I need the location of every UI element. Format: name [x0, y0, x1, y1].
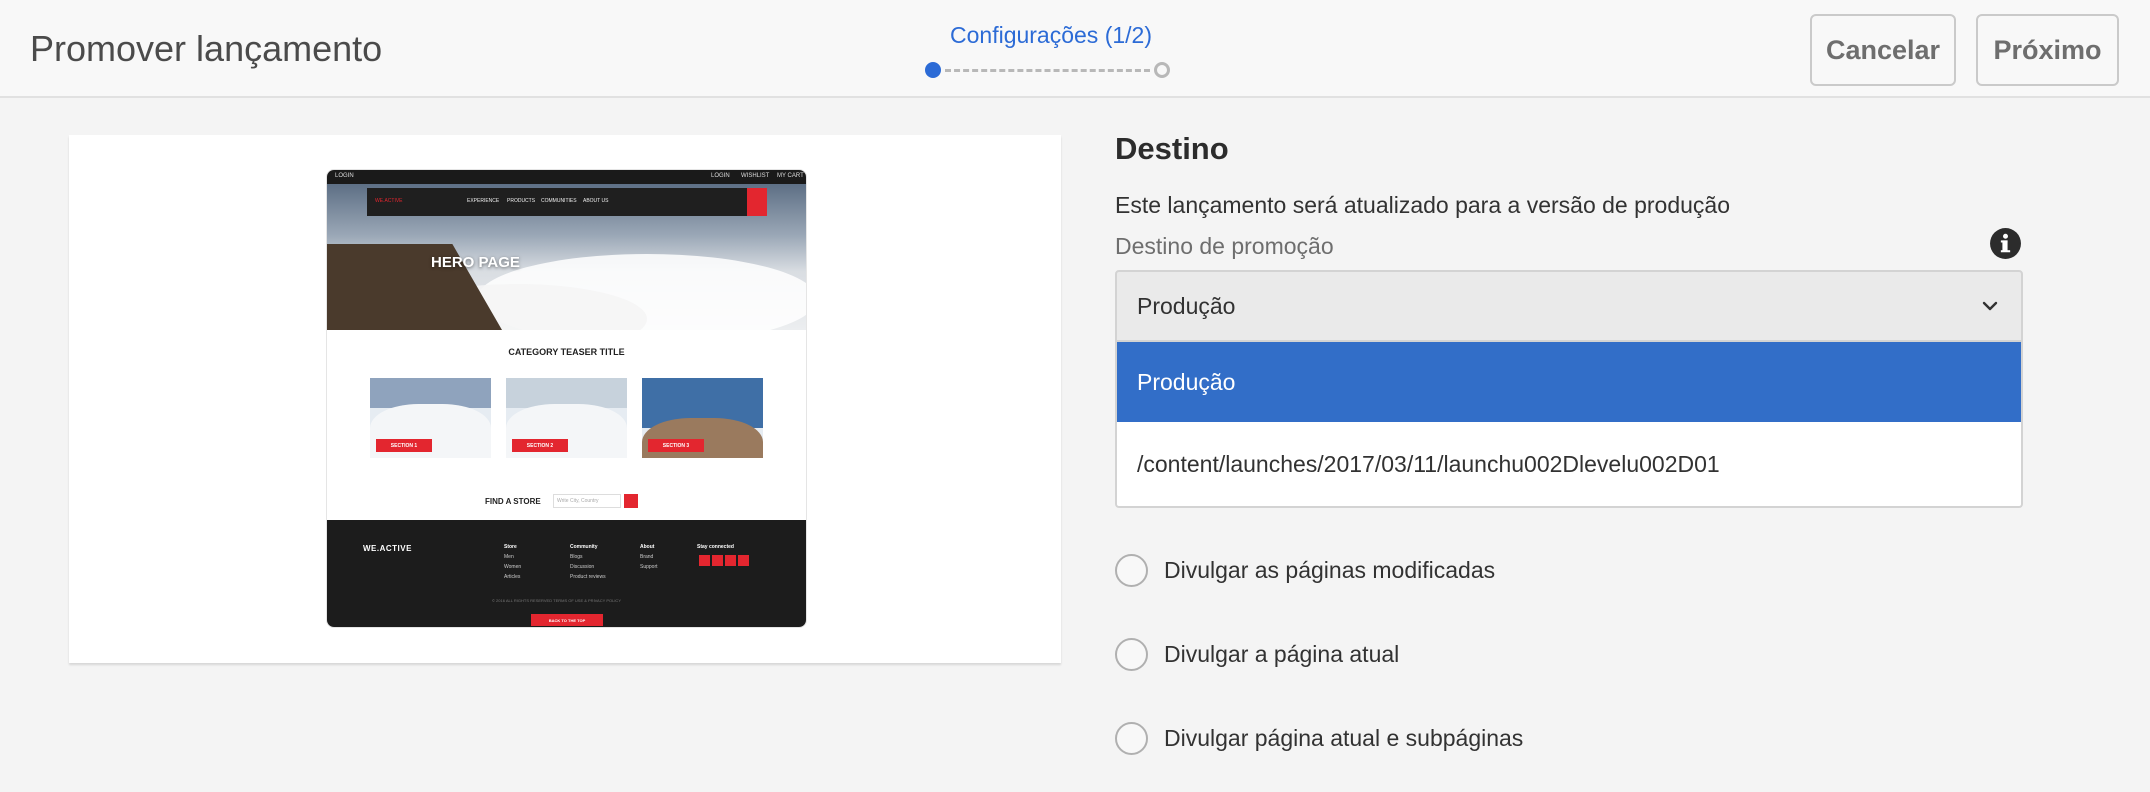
radio-promote-modified[interactable]: Divulgar as páginas modificadas: [1115, 552, 1495, 588]
page-title: Promover lançamento: [30, 28, 383, 69]
thumb-link: MY CART: [777, 173, 804, 179]
thumb-footer-column: Stay connected: [697, 542, 734, 552]
thumb-teaser-button: SECTION 1: [376, 439, 432, 452]
option-launch-path[interactable]: /content/launches/2017/03/11/launchu002D…: [1117, 424, 2021, 504]
step-2-indicator[interactable]: [1154, 62, 1170, 78]
radio-label: Divulgar as páginas modificadas: [1164, 556, 1496, 583]
radio-button[interactable]: [1115, 553, 1148, 587]
page-preview-panel: LOGIN LOGIN WISHLIST MY CART WE.ACTIVE E…: [69, 135, 1061, 663]
thumb-brand: WE.ACTIVE: [375, 198, 403, 204]
option-production[interactable]: Produção: [1117, 342, 2021, 422]
radio-button[interactable]: [1115, 637, 1148, 671]
thumb-footer-column: Community Blogs Discussion Product revie…: [570, 542, 606, 582]
footer-link: Articles: [504, 574, 521, 580]
thumb-link: WISHLIST: [741, 173, 770, 179]
thumb-nav-item: ABOUT US: [583, 198, 609, 204]
step-label: Configurações (1/2): [950, 22, 1152, 48]
next-button[interactable]: Próximo: [1976, 14, 2119, 86]
footer-link: Brand: [640, 554, 654, 560]
thumb-teaser: SECTION 2: [506, 378, 627, 458]
thumb-hero-title: HERO PAGE: [431, 254, 520, 271]
footer-link: Discussion: [570, 564, 595, 570]
search-icon: [747, 188, 767, 216]
instagram-icon: [725, 555, 736, 566]
footer-heading: Community: [570, 544, 598, 550]
thumb-teaser: SECTION 1: [370, 378, 491, 458]
step-1-indicator[interactable]: [925, 62, 941, 78]
footer-link: Product reviews: [570, 574, 606, 580]
radio-promote-current-and-subpages[interactable]: Divulgar página atual e subpáginas: [1115, 720, 1523, 756]
thumb-footer-column: Store Men Women Articles: [504, 542, 521, 582]
section-title: Destino: [1115, 131, 1229, 166]
footer-link: Women: [504, 564, 522, 570]
info-icon[interactable]: [1989, 227, 2022, 260]
page-thumbnail: LOGIN LOGIN WISHLIST MY CART WE.ACTIVE E…: [326, 169, 807, 628]
radio-button[interactable]: [1115, 721, 1148, 755]
arrow-icon: [624, 494, 638, 508]
promotion-target-select[interactable]: Produção: [1115, 270, 2023, 342]
select-value: Produção: [1137, 293, 1236, 319]
footer-heading: Stay connected: [697, 544, 734, 550]
youtube-icon: [738, 555, 749, 566]
step-connector: [945, 69, 1150, 72]
wizard-stepper: Configurações (1/2): [920, 20, 1180, 80]
footer-heading: Store: [504, 544, 517, 550]
thumb-teaser-button: SECTION 3: [648, 439, 704, 452]
thumb-nav-item: COMMUNITIES: [541, 198, 577, 204]
thumb-link: LOGIN: [711, 173, 730, 179]
radio-promote-current[interactable]: Divulgar a página atual: [1115, 636, 1399, 672]
cancel-button[interactable]: Cancelar: [1810, 14, 1956, 86]
thumb-footer-column: About Brand Support: [640, 542, 658, 572]
thumb-footer-brand: WE.ACTIVE: [363, 544, 412, 553]
footer-heading: About: [640, 544, 655, 550]
description-text: Este lançamento será atualizado para a v…: [1115, 192, 1731, 218]
twitter-icon: [712, 555, 723, 566]
thumb-teaser-button: SECTION 2: [512, 439, 568, 452]
thumb-store-input: Write City, Country: [553, 494, 621, 508]
thumb-topbar: LOGIN LOGIN WISHLIST MY CART: [327, 170, 806, 184]
radio-label: Divulgar página atual e subpáginas: [1164, 724, 1524, 751]
thumb-nav-item: PRODUCTS: [507, 198, 536, 204]
footer-link: Blogs: [570, 554, 583, 560]
thumb-teaser: SECTION 3: [642, 378, 763, 458]
facebook-icon: [699, 555, 710, 566]
radio-label: Divulgar a página atual: [1164, 640, 1400, 667]
promotion-target-label: Destino de promoção: [1115, 233, 1334, 259]
thumb-store-finder: FIND A STORE Write City, Country: [327, 492, 806, 512]
thumb-login: LOGIN: [335, 173, 354, 179]
thumb-back-to-top: BACK TO THE TOP: [531, 614, 603, 626]
top-bar: Promover lançamento Configurações (1/2) …: [0, 0, 2150, 98]
chevron-down-icon: [1982, 301, 1998, 311]
teaser-rock: [642, 418, 763, 458]
thumb-hero-image: WE.ACTIVE EXPERIENCE PRODUCTS COMMUNITIE…: [327, 184, 806, 330]
thumb-nav: WE.ACTIVE EXPERIENCE PRODUCTS COMMUNITIE…: [367, 188, 767, 216]
thumb-footer: WE.ACTIVE Store Men Women Articles Commu…: [327, 520, 806, 627]
thumb-nav-item: EXPERIENCE: [467, 198, 500, 204]
footer-link: Men: [504, 554, 514, 560]
thumb-copyright: © 2016 ALL RIGHTS RESERVED TERMS OF USE …: [492, 598, 621, 603]
thumb-store-label: FIND A STORE: [485, 497, 541, 506]
promotion-target-listbox: Produção /content/launches/2017/03/11/la…: [1115, 342, 2023, 508]
thumb-teaser-title: CATEGORY TEASER TITLE: [508, 347, 625, 357]
footer-link: Support: [640, 564, 658, 570]
